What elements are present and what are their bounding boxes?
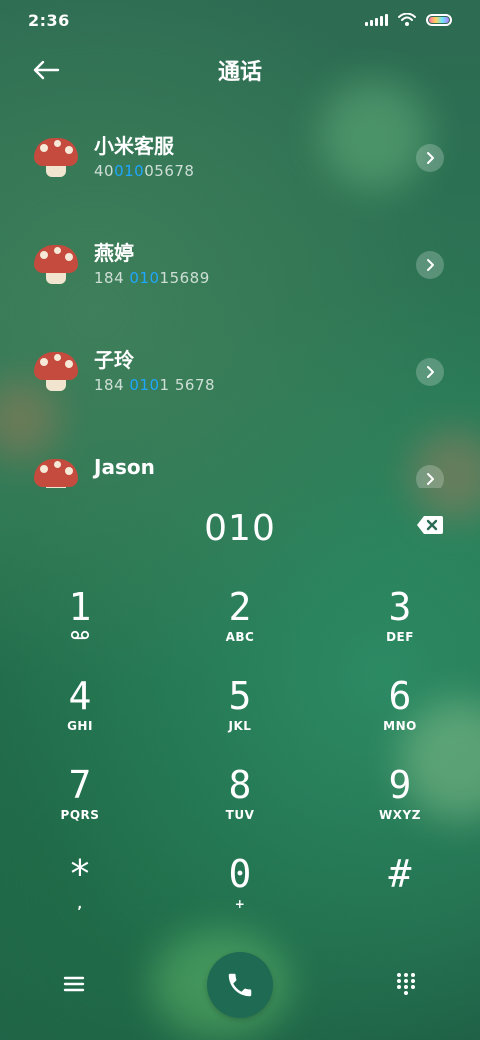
status-time: 2:36	[28, 10, 70, 30]
contact-name: 燕婷	[94, 241, 134, 265]
key-2[interactable]: 2 ABC	[160, 584, 320, 673]
key-3[interactable]: 3 DEF	[320, 584, 480, 673]
key-digit: 8	[228, 763, 252, 807]
key-letters: TUV	[225, 808, 255, 822]
bottom-action-bar	[0, 950, 480, 1022]
key-6[interactable]: 6 MNO	[320, 673, 480, 762]
back-arrow-icon	[33, 60, 60, 80]
key-digit: 4	[68, 674, 92, 718]
backspace-button[interactable]	[416, 514, 444, 536]
key-digit: 7	[68, 763, 92, 807]
contact-name: 小米客服	[94, 134, 174, 158]
contact-name: 子玲	[94, 348, 134, 372]
key-digit: 3	[388, 585, 412, 629]
key-8[interactable]: 8 TUV	[160, 762, 320, 851]
key-5[interactable]: 5 JKL	[160, 673, 320, 762]
contact-detail-button[interactable]	[416, 358, 444, 386]
key-letters: ABC	[225, 630, 255, 644]
chevron-right-icon	[427, 259, 434, 271]
key-digit: 2	[228, 585, 252, 629]
contact-number: 4001005678	[94, 162, 195, 180]
key-letters: MNO	[383, 719, 417, 733]
top-bar: 通话	[0, 44, 480, 96]
wifi-icon	[398, 13, 416, 26]
key-digit: 5	[228, 674, 252, 718]
key-digit: 9	[388, 763, 412, 807]
key-letters: JKL	[228, 719, 252, 733]
chevron-right-icon	[427, 366, 434, 378]
contact-number: 184 0101 5678	[94, 376, 216, 394]
key-letters: WXYZ	[379, 808, 421, 822]
page-title: 通话	[217, 60, 262, 85]
key-digit: #	[388, 852, 412, 896]
contact-detail-button[interactable]	[416, 251, 444, 279]
key-digit: 1	[68, 585, 92, 629]
mushroom-avatar	[32, 134, 80, 182]
status-bar: 2:36	[0, 0, 480, 40]
battery-icon	[426, 14, 452, 26]
dialed-digits: 010	[204, 507, 276, 549]
key-letters: +	[234, 897, 246, 911]
cellular-signal-icon	[365, 14, 388, 26]
key-letters: ,	[77, 897, 83, 911]
backspace-icon	[417, 516, 443, 534]
contact-row[interactable]: 子玲 184 0101 5678	[0, 332, 480, 439]
key-9[interactable]: 9 WXYZ	[320, 762, 480, 851]
key-hash[interactable]: #	[320, 851, 480, 940]
contact-number: 184 01015689	[94, 269, 210, 287]
key-1[interactable]: 1	[0, 584, 160, 673]
menu-icon	[63, 976, 85, 992]
dialed-number-display: 010	[0, 500, 480, 556]
contact-detail-button[interactable]	[416, 144, 444, 172]
key-7[interactable]: 7 PQRS	[0, 762, 160, 851]
key-0[interactable]: 0 +	[160, 851, 320, 940]
key-letters: GHI	[67, 719, 93, 733]
mushroom-avatar	[32, 348, 80, 396]
key-digit: *	[68, 852, 92, 896]
contact-name: Jason	[94, 455, 155, 479]
dial-keypad: 1 2 ABC 3 DEF 4 GHI 5 JKL 6 MNO 7 PQRS 8…	[0, 584, 480, 940]
contact-detail-button[interactable]	[416, 465, 444, 488]
dialpad-toggle-button[interactable]	[394, 972, 418, 996]
chevron-right-icon	[427, 152, 434, 164]
chevron-right-icon	[427, 473, 434, 485]
voicemail-icon	[70, 630, 90, 640]
status-icons	[365, 13, 452, 27]
key-digit: 6	[388, 674, 412, 718]
key-4[interactable]: 4 GHI	[0, 673, 160, 762]
contact-results-list: 小米客服 4001005678 燕婷 184 01015689 子玲 184 0…	[0, 118, 480, 488]
contact-row[interactable]: 燕婷 184 01015689	[0, 225, 480, 332]
phone-icon	[228, 973, 252, 997]
key-letters: DEF	[386, 630, 414, 644]
key-digit: 0	[228, 852, 252, 896]
dialpad-icon	[397, 973, 415, 995]
back-button[interactable]	[28, 52, 64, 88]
key-letters: PQRS	[60, 808, 100, 822]
mushroom-avatar	[32, 455, 80, 488]
key-star[interactable]: * ,	[0, 851, 160, 940]
contact-row[interactable]: Jason	[0, 439, 480, 488]
contact-row[interactable]: 小米客服 4001005678	[0, 118, 480, 225]
call-button[interactable]	[207, 952, 273, 1018]
menu-button[interactable]	[62, 972, 86, 996]
mushroom-avatar	[32, 241, 80, 289]
